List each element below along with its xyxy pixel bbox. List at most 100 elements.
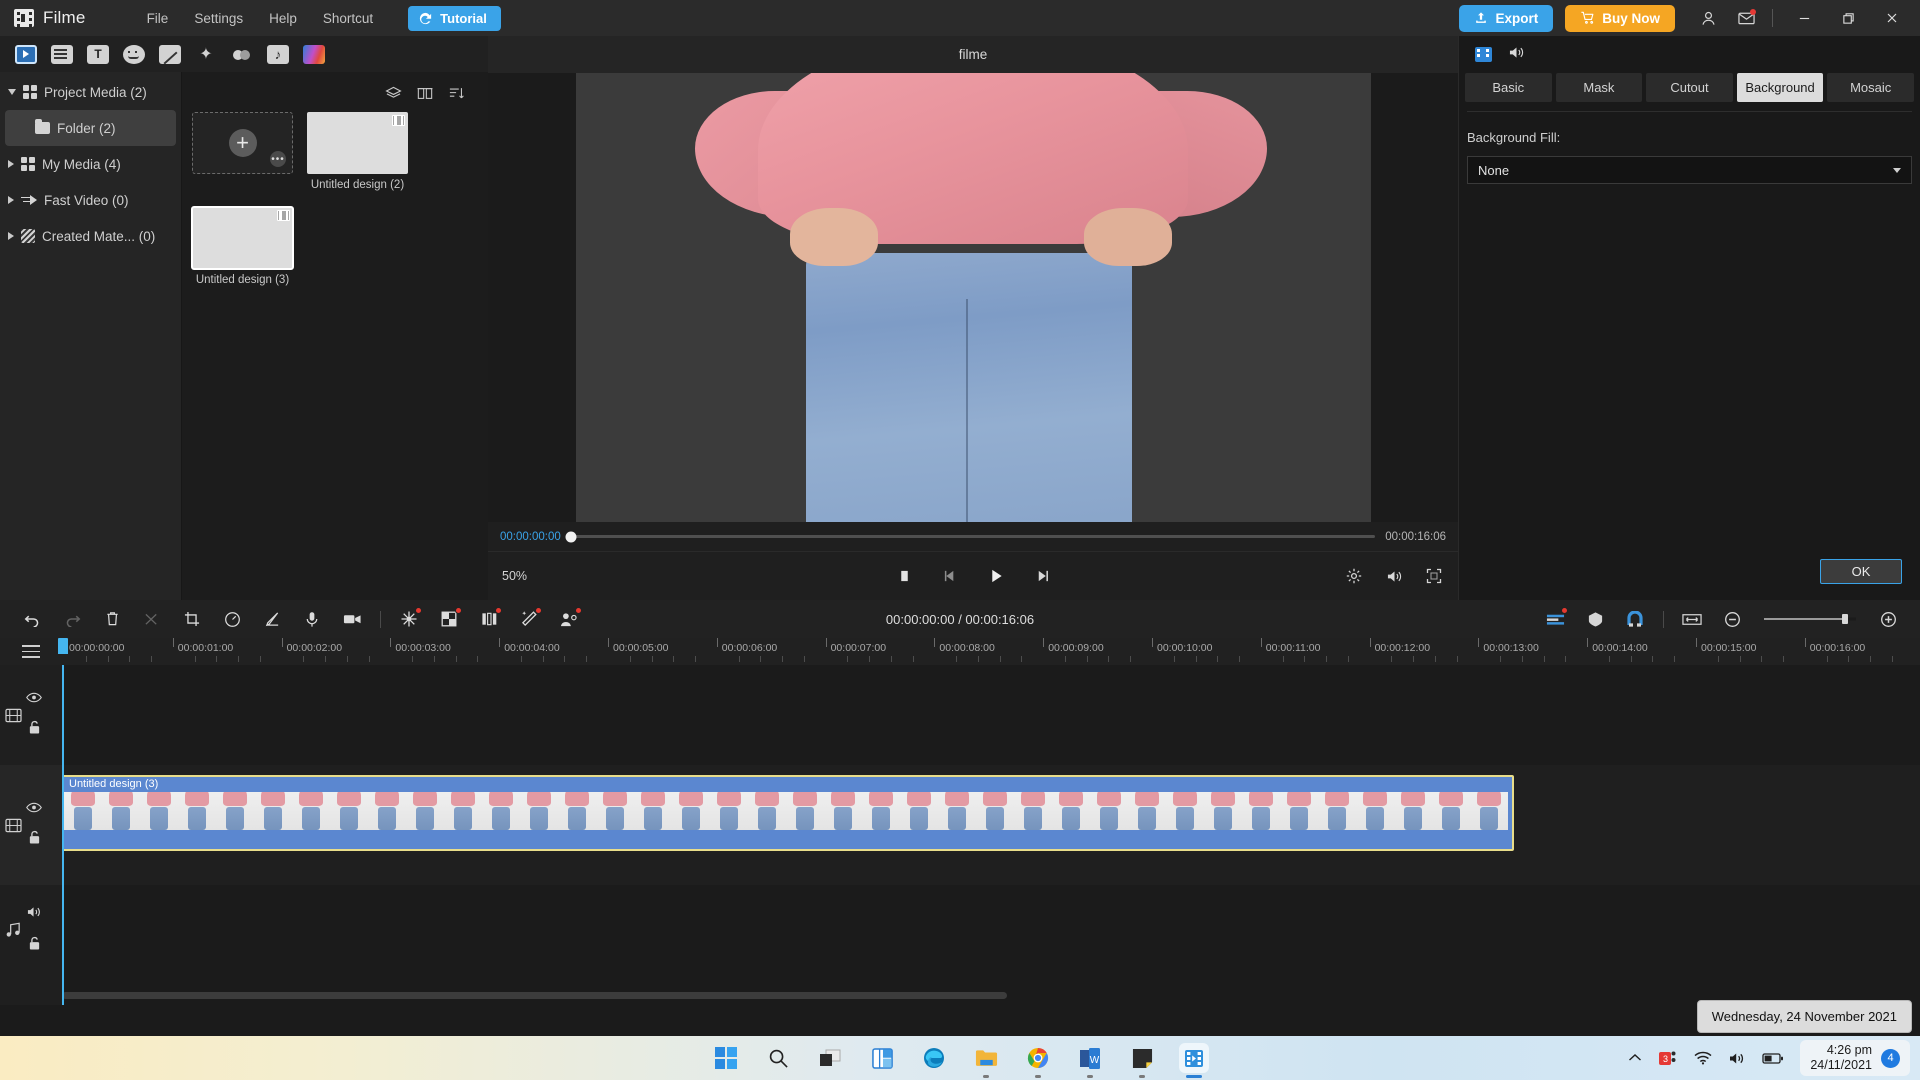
video-properties-icon[interactable] bbox=[1475, 47, 1492, 62]
notification-badge[interactable]: 4 bbox=[1881, 1048, 1900, 1068]
color-match-button[interactable] bbox=[469, 604, 509, 634]
fit-timeline-button[interactable] bbox=[1672, 604, 1712, 634]
task-view-button[interactable] bbox=[815, 1043, 845, 1073]
show-hidden-icons[interactable] bbox=[1628, 1053, 1642, 1063]
crop-button[interactable] bbox=[172, 604, 212, 634]
ai-effects-button[interactable] bbox=[389, 604, 429, 634]
playhead-handle[interactable] bbox=[58, 638, 68, 654]
media-thumbnail-untitled-3[interactable] bbox=[191, 206, 294, 270]
account-button[interactable] bbox=[1691, 3, 1725, 33]
grid-view-icon[interactable] bbox=[416, 84, 434, 102]
color-edit-button[interactable] bbox=[252, 604, 292, 634]
speaker-icon[interactable] bbox=[26, 905, 42, 924]
face-off-button[interactable] bbox=[549, 604, 589, 634]
auto-enhance-button[interactable] bbox=[509, 604, 549, 634]
play-button[interactable] bbox=[986, 566, 1006, 586]
timeline-ruler[interactable]: 00:00:00:00 00:00:01:00 00:00:02:00 00:00:0… bbox=[62, 638, 1920, 665]
clock-button[interactable]: 4:26 pm 24/11/2021 4 bbox=[1800, 1040, 1910, 1076]
delete-button[interactable] bbox=[92, 604, 132, 634]
zoom-out-icon[interactable] bbox=[1712, 604, 1752, 634]
lock-icon[interactable] bbox=[28, 830, 41, 850]
green-screen-button[interactable] bbox=[429, 604, 469, 634]
more-options-icon[interactable]: ••• bbox=[270, 151, 286, 167]
tab-mask[interactable]: Mask bbox=[1555, 73, 1643, 102]
record-screen-button[interactable] bbox=[332, 604, 372, 634]
scrubber-handle[interactable] bbox=[565, 531, 577, 542]
templates-tab[interactable] bbox=[44, 39, 80, 69]
menu-shortcut[interactable]: Shortcut bbox=[310, 6, 386, 31]
transitions-tab[interactable] bbox=[224, 39, 260, 69]
sidebar-item-project-media[interactable]: Project Media (2) bbox=[0, 74, 181, 110]
previous-frame-button[interactable] bbox=[940, 566, 960, 586]
tab-background[interactable]: Background bbox=[1736, 73, 1824, 102]
file-explorer-icon[interactable] bbox=[971, 1043, 1001, 1078]
google-chrome-icon[interactable] bbox=[1023, 1043, 1053, 1078]
timeline-menu-button[interactable] bbox=[0, 638, 62, 665]
audio-properties-icon[interactable] bbox=[1508, 45, 1525, 65]
menu-file[interactable]: File bbox=[134, 6, 182, 31]
microsoft-word-icon[interactable]: W bbox=[1075, 1043, 1105, 1078]
wifi-icon[interactable] bbox=[1694, 1051, 1712, 1065]
magnet-snap-button[interactable] bbox=[1615, 604, 1655, 634]
eye-icon[interactable] bbox=[26, 800, 42, 818]
undo-button[interactable] bbox=[12, 604, 52, 634]
timeline-lane-audio-1[interactable] bbox=[62, 885, 1920, 975]
sidebar-item-created-material[interactable]: Created Mate... (0) bbox=[0, 218, 181, 254]
audio-tab[interactable]: ♪ bbox=[260, 39, 296, 69]
sort-icon[interactable] bbox=[448, 84, 466, 102]
maximize-button[interactable] bbox=[1826, 1, 1870, 35]
ok-button[interactable]: OK bbox=[1820, 559, 1902, 584]
filme-app-icon[interactable] bbox=[1179, 1043, 1209, 1078]
text-tab[interactable]: T bbox=[80, 39, 116, 69]
tab-cutout[interactable]: Cutout bbox=[1646, 73, 1733, 102]
search-button[interactable] bbox=[763, 1043, 793, 1073]
minimize-button[interactable] bbox=[1782, 1, 1826, 35]
filters-tab[interactable] bbox=[296, 39, 332, 69]
next-frame-button[interactable] bbox=[1032, 566, 1052, 586]
timeline-clip[interactable]: Untitled design (3) bbox=[62, 775, 1514, 851]
tab-mosaic[interactable]: Mosaic bbox=[1827, 73, 1914, 102]
volume-icon[interactable] bbox=[1384, 566, 1404, 586]
preview-scrubber[interactable] bbox=[565, 531, 1376, 542]
mask-shape-button[interactable] bbox=[1575, 604, 1615, 634]
stickers-tab[interactable] bbox=[116, 39, 152, 69]
export-button[interactable]: Export bbox=[1459, 4, 1554, 32]
menu-settings[interactable]: Settings bbox=[181, 6, 256, 31]
volume-icon[interactable] bbox=[1728, 1051, 1746, 1066]
zoom-in-icon[interactable] bbox=[1868, 604, 1908, 634]
preview-zoom-level[interactable]: 50% bbox=[502, 569, 527, 583]
start-button[interactable] bbox=[711, 1043, 741, 1073]
sidebar-item-folder[interactable]: Folder (2) bbox=[5, 110, 176, 146]
battery-icon[interactable] bbox=[1762, 1052, 1784, 1065]
teams-icon[interactable]: 3 bbox=[1658, 1049, 1678, 1067]
layers-icon[interactable] bbox=[384, 84, 402, 102]
sidebar-item-fast-video[interactable]: Fast Video (0) bbox=[0, 182, 181, 218]
effects-tab[interactable] bbox=[152, 39, 188, 69]
timeline-playhead[interactable] bbox=[58, 638, 68, 1005]
buy-now-button[interactable]: Buy Now bbox=[1565, 4, 1675, 32]
stop-button[interactable] bbox=[894, 566, 914, 586]
add-media-button[interactable]: + ••• bbox=[192, 112, 293, 174]
media-thumbnail-untitled-2[interactable] bbox=[307, 112, 408, 174]
timeline-body[interactable]: Untitled design (3) bbox=[58, 638, 1920, 1005]
timeline-zoom-slider[interactable] bbox=[1764, 614, 1856, 624]
fullscreen-icon[interactable] bbox=[1424, 566, 1444, 586]
lock-icon[interactable] bbox=[28, 936, 41, 956]
settings-icon[interactable] bbox=[1344, 566, 1364, 586]
menu-help[interactable]: Help bbox=[256, 6, 310, 31]
marker-button[interactable] bbox=[1535, 604, 1575, 634]
speed-button[interactable] bbox=[212, 604, 252, 634]
background-fill-select[interactable]: None bbox=[1467, 156, 1912, 184]
elements-tab[interactable]: ✦ bbox=[188, 39, 224, 69]
close-button[interactable] bbox=[1870, 1, 1914, 35]
media-library-tab[interactable] bbox=[8, 39, 44, 69]
sidebar-item-my-media[interactable]: My Media (4) bbox=[0, 146, 181, 182]
lock-icon[interactable] bbox=[28, 720, 41, 740]
timeline-lane-video-1[interactable] bbox=[62, 665, 1920, 765]
voiceover-button[interactable] bbox=[292, 604, 332, 634]
timeline-horizontal-scrollbar[interactable] bbox=[62, 992, 1007, 999]
widgets-button[interactable] bbox=[867, 1043, 897, 1073]
tab-basic[interactable]: Basic bbox=[1465, 73, 1552, 102]
video-canvas[interactable] bbox=[575, 73, 1371, 522]
tutorial-button[interactable]: Tutorial bbox=[408, 5, 501, 31]
